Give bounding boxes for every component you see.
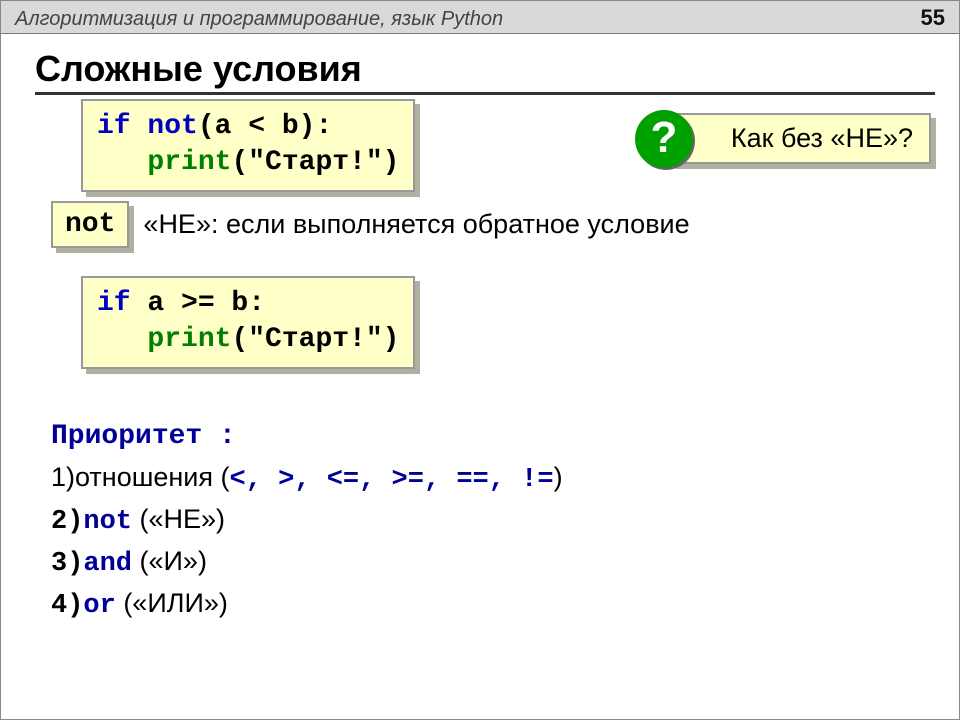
not-description: «НЕ»: если выполняется обратное условие	[143, 209, 689, 240]
keyword-not-p: not	[83, 507, 132, 537]
header-title: Алгоритмизация и программирование, язык …	[15, 8, 503, 31]
keyword-and-p: and	[83, 549, 132, 579]
priority-item-4: 4)or («ИЛИ»)	[51, 584, 563, 626]
not-label-box: not	[51, 201, 129, 248]
keyword-if: if	[97, 111, 131, 142]
keyword-print: print	[147, 147, 231, 178]
priority-title: Приоритет :	[51, 417, 563, 458]
keyword-or-p: or	[83, 591, 115, 621]
priority-item-1: 1)отношения (<, >, <=, >=, ==, !=)	[51, 458, 563, 500]
code-box-2: if a >= b: print("Старт!")	[81, 276, 415, 369]
code-row-2: if a >= b: print("Старт!")	[81, 276, 415, 369]
priority-item-3: 3)and («И»)	[51, 542, 563, 584]
not-label: not	[65, 209, 115, 240]
question-icon: ?	[635, 110, 693, 168]
keyword-if-2: if	[97, 288, 131, 319]
priority-block: Приоритет : 1)отношения (<, >, <=, >=, =…	[51, 417, 563, 626]
callout-text: Как без «НЕ»?	[731, 123, 913, 153]
code2-cond: a >= b:	[131, 288, 265, 319]
operators: <, >, <=, >=, ==, !=	[230, 465, 554, 495]
code1-cond: (a < b):	[198, 111, 332, 142]
page-heading: Сложные условия	[35, 48, 935, 95]
page-number: 55	[921, 5, 945, 31]
header-bar: Алгоритмизация и программирование, язык …	[1, 1, 959, 34]
keyword-print-2: print	[147, 324, 231, 355]
priority-item-2: 2)not («НЕ»)	[51, 500, 563, 542]
keyword-not: not	[147, 111, 197, 142]
slide: Алгоритмизация и программирование, язык …	[0, 0, 960, 720]
code2-arg: ("Старт!")	[231, 324, 399, 355]
code1-arg: ("Старт!")	[231, 147, 399, 178]
code-box-1: if not(a < b): print("Старт!")	[81, 99, 415, 192]
callout-box: ? Как без «НЕ»?	[671, 113, 931, 164]
not-row: not «НЕ»: если выполняется обратное усло…	[51, 201, 690, 248]
